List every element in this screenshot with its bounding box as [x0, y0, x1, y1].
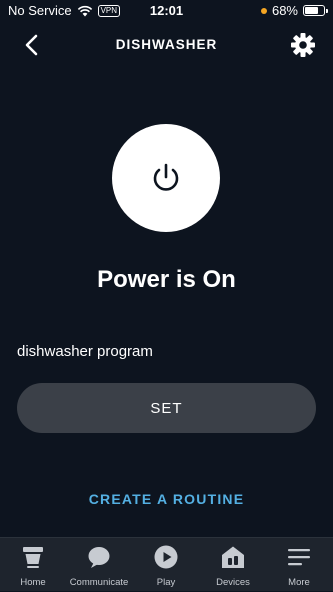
- devices-icon: [222, 546, 244, 568]
- recording-indicator: [260, 7, 267, 14]
- tab-play[interactable]: Play: [133, 538, 199, 592]
- tab-label: Play: [156, 577, 176, 588]
- tab-label: Devices: [216, 577, 250, 588]
- chat-bubble-icon: [88, 547, 110, 568]
- power-state-text: Power is On: [97, 266, 236, 293]
- set-button[interactable]: SET: [17, 383, 316, 433]
- menu-icon: [288, 549, 310, 566]
- tab-devices[interactable]: Devices: [200, 538, 266, 592]
- tab-label: Home: [20, 577, 46, 588]
- gear-icon: [291, 33, 315, 57]
- power-toggle-button[interactable]: [112, 124, 220, 232]
- tab-label: More: [288, 577, 310, 588]
- page-title: DISHWASHER: [115, 37, 218, 52]
- header: DISHWASHER: [0, 30, 333, 60]
- battery-icon: [303, 5, 328, 16]
- battery-fill: [305, 7, 318, 14]
- tab-label: Communicate: [69, 577, 129, 588]
- status-bar: No Service VPN 12:01 68%: [0, 0, 333, 22]
- play-icon: [154, 545, 178, 569]
- home-icon: [23, 547, 43, 568]
- tab-bar: Home Communicate Play Devices More: [0, 537, 333, 591]
- program-label: dishwasher program: [17, 343, 153, 360]
- status-right: 68%: [260, 3, 328, 18]
- tab-home[interactable]: Home: [0, 538, 66, 592]
- create-routine-link[interactable]: CREATE A ROUTINE: [0, 491, 333, 507]
- tab-communicate[interactable]: Communicate: [66, 538, 132, 592]
- settings-button[interactable]: [289, 31, 317, 59]
- tab-more[interactable]: More: [266, 538, 332, 592]
- battery-percent: 68%: [271, 3, 298, 18]
- power-icon: [153, 163, 179, 191]
